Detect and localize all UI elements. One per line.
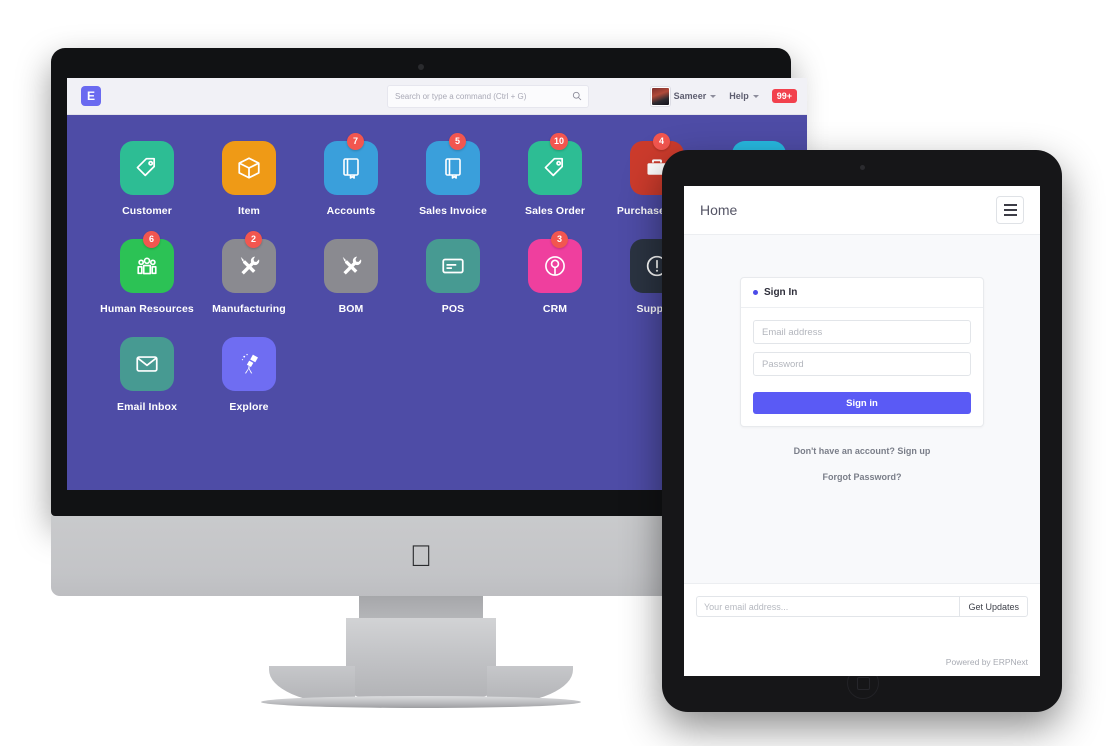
app-badge: 10 xyxy=(549,133,568,150)
app-badge: 2 xyxy=(245,231,262,248)
hamburger-icon[interactable] xyxy=(996,196,1024,224)
signin-button[interactable]: Sign in xyxy=(753,392,971,414)
signin-form: Sign in xyxy=(741,308,983,426)
card-icon xyxy=(426,239,480,293)
tools-icon: 2 xyxy=(222,231,276,293)
tablet-device: Home Sign In Sign in Don't have an accou… xyxy=(662,150,1062,712)
apple-logo-icon:  xyxy=(407,542,435,574)
app-badge: 7 xyxy=(347,133,364,150)
search-input[interactable] xyxy=(388,91,572,101)
app-label: Manufacturing xyxy=(212,303,286,315)
auth-links: Don't have an account? Sign up Forgot Pa… xyxy=(684,446,1040,482)
imac-neck xyxy=(359,596,483,618)
password-field[interactable] xyxy=(753,352,971,376)
tag-icon: 10 xyxy=(528,133,582,195)
erpnext-logo-icon[interactable]: E xyxy=(81,86,101,106)
desk-navbar: E Sameer Help xyxy=(67,78,807,115)
app-tile-crm[interactable]: 3 CRM xyxy=(504,231,606,315)
search-icon xyxy=(572,91,582,101)
avatar xyxy=(650,86,670,106)
notification-badge[interactable]: 99+ xyxy=(771,89,797,103)
app-tile-manufacturing[interactable]: 2 Manufacturing xyxy=(198,231,300,315)
signup-link[interactable]: Don't have an account? Sign up xyxy=(684,446,1040,456)
help-menu[interactable]: Help xyxy=(729,91,759,101)
app-badge: 5 xyxy=(449,133,466,150)
help-label: Help xyxy=(729,91,749,101)
tablet-camera-icon xyxy=(859,165,865,170)
app-badge: 4 xyxy=(653,133,670,150)
subscribe-form: Get Updates xyxy=(696,596,1028,617)
page-title: Home xyxy=(700,202,738,218)
app-label: Accounts xyxy=(326,205,376,217)
app-label: BOM xyxy=(338,303,364,315)
subscribe-email-input[interactable] xyxy=(696,596,960,617)
app-tile-sales-invoice[interactable]: 5 Sales Invoice xyxy=(402,133,504,217)
app-tile-bom[interactable]: BOM xyxy=(300,239,402,315)
book-icon: 7 xyxy=(324,133,378,195)
email-field[interactable] xyxy=(753,320,971,344)
powered-by-label: Powered by ERPNext xyxy=(945,657,1028,667)
box-icon xyxy=(222,141,276,195)
chevron-down-icon xyxy=(752,94,759,98)
book-icon: 5 xyxy=(426,133,480,195)
app-badge: 3 xyxy=(551,231,568,248)
app-label: Item xyxy=(238,205,260,217)
get-updates-button[interactable]: Get Updates xyxy=(959,596,1028,617)
broadcast-icon: 3 xyxy=(528,231,582,293)
app-label: Email Inbox xyxy=(116,401,178,413)
user-name: Sameer xyxy=(673,91,707,101)
signin-card: Sign In Sign in xyxy=(740,277,984,427)
signin-card-header: Sign In xyxy=(741,278,983,308)
website-navbar: Home xyxy=(684,186,1040,235)
app-label: CRM xyxy=(542,303,568,315)
app-label: Human Resources xyxy=(100,303,194,315)
telescope-icon xyxy=(222,337,276,391)
app-tile-pos[interactable]: POS xyxy=(402,239,504,315)
signin-title: Sign In xyxy=(764,287,798,298)
status-dot-icon xyxy=(753,290,758,295)
user-menu[interactable]: Sameer xyxy=(650,86,717,106)
app-tile-email-inbox[interactable]: Email Inbox xyxy=(96,337,198,413)
app-label: Customer xyxy=(122,205,172,217)
app-label: Sales Invoice xyxy=(419,205,487,217)
people-icon: 6 xyxy=(120,231,174,293)
webcam-icon xyxy=(418,64,424,70)
imac-stand xyxy=(346,618,496,704)
app-tile-item[interactable]: Item xyxy=(198,141,300,217)
app-tile-accounts[interactable]: 7 Accounts xyxy=(300,133,402,217)
app-tile-explore[interactable]: Explore xyxy=(198,337,300,413)
app-tile-sales-order[interactable]: 10 Sales Order xyxy=(504,133,606,217)
website-footer: Get Updates Powered by ERPNext xyxy=(684,583,1040,676)
app-label: Explore xyxy=(229,401,269,413)
forgot-password-link[interactable]: Forgot Password? xyxy=(684,472,1040,482)
tools-icon xyxy=(324,239,378,293)
app-badge: 6 xyxy=(143,231,160,248)
app-label: Sales Order xyxy=(524,205,586,217)
app-tile-customer[interactable]: Customer xyxy=(96,141,198,217)
envelope-icon xyxy=(120,337,174,391)
website-body: Sign In Sign in Don't have an account? S… xyxy=(684,235,1040,583)
app-label: POS xyxy=(441,303,465,315)
navbar-right: Sameer Help 99+ xyxy=(650,86,797,106)
app-tile-human-resources[interactable]: 6 Human Resources xyxy=(96,231,198,315)
tag-icon xyxy=(120,141,174,195)
chevron-down-icon xyxy=(710,94,717,98)
tablet-screen: Home Sign In Sign in Don't have an accou… xyxy=(684,186,1040,676)
global-search[interactable] xyxy=(387,84,589,108)
imac-stand-base xyxy=(261,696,581,708)
